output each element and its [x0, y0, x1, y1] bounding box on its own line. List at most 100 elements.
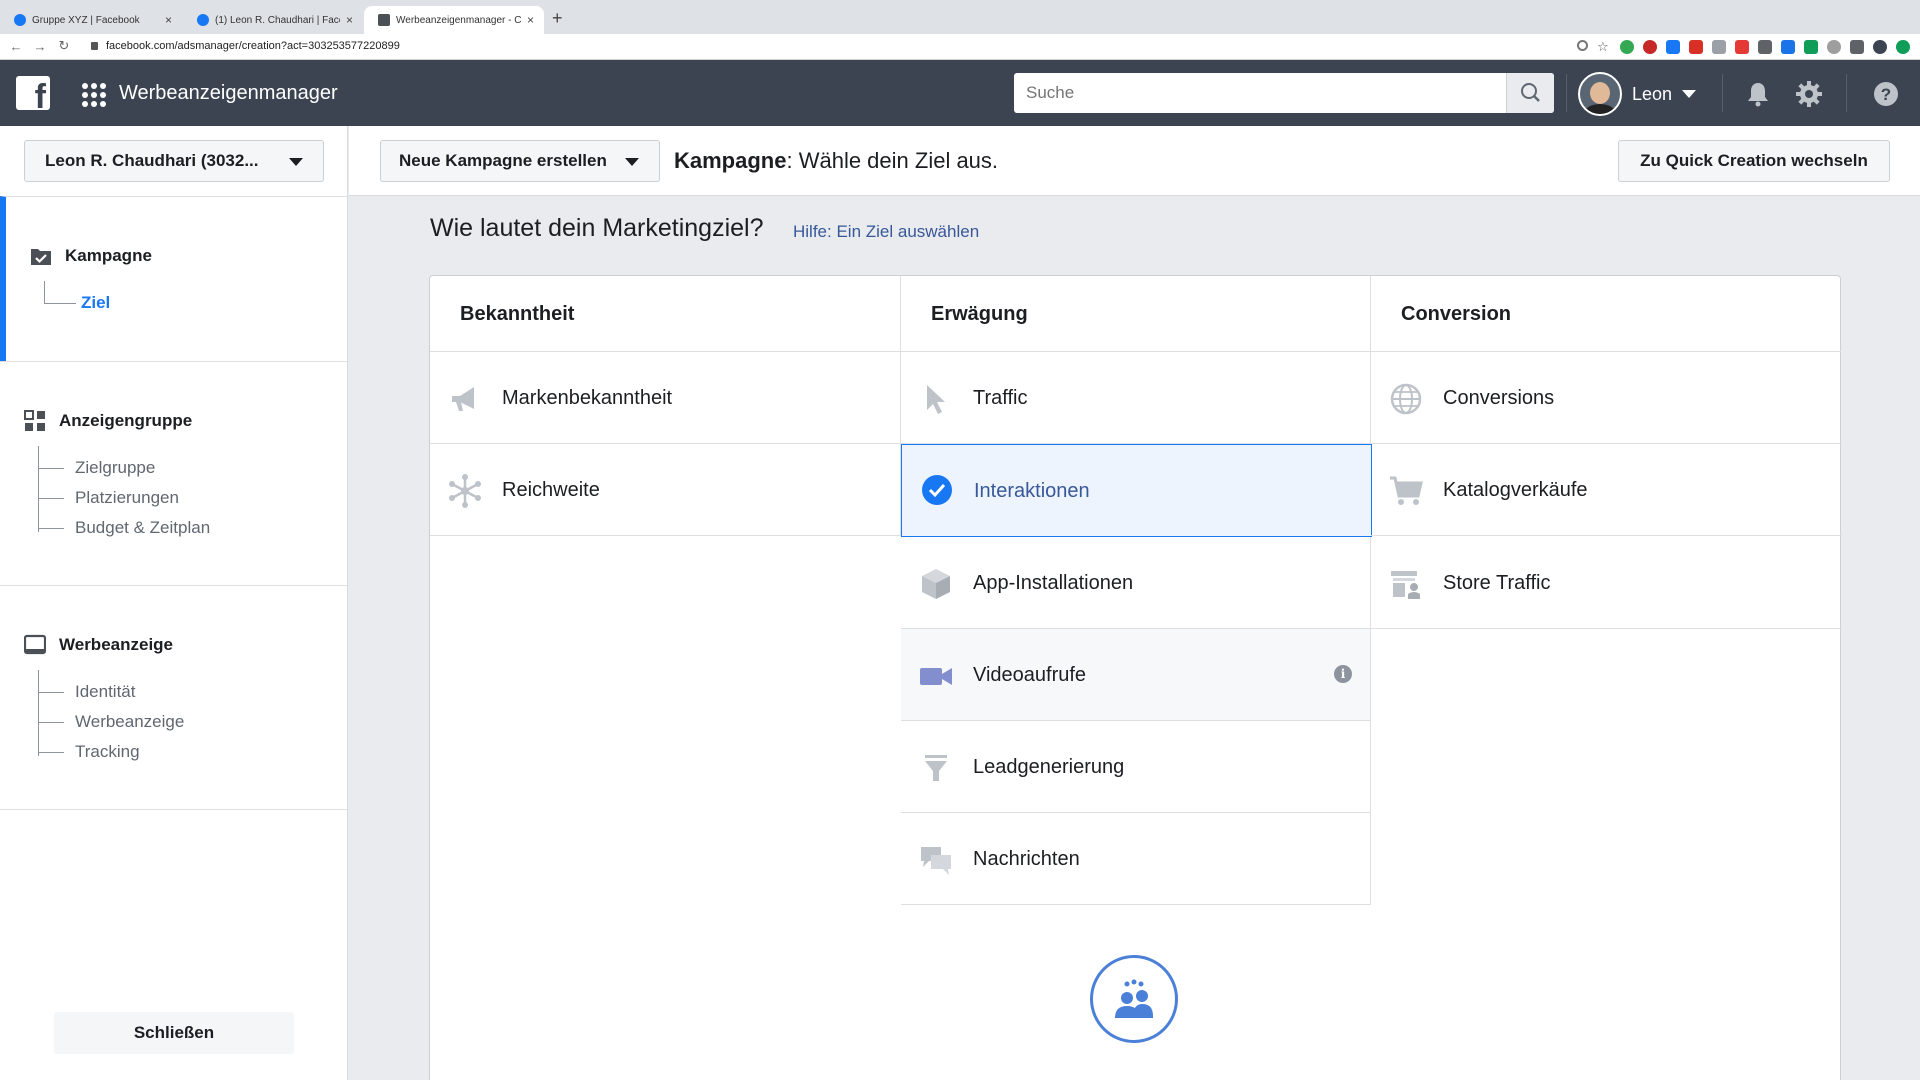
new-campaign-dropdown[interactable]: Neue Kampagne erstellen [380, 140, 660, 182]
sidebar-item-audience[interactable]: Zielgruppe [75, 458, 155, 478]
sidebar-item-adset[interactable]: Anzeigengruppe [24, 410, 192, 432]
divider [1722, 74, 1723, 112]
app-title[interactable]: Werbeanzeigenmanager [119, 82, 338, 105]
objective-brand-awareness[interactable]: Markenbekanntheit [430, 352, 901, 444]
objective-store-traffic[interactable]: Store Traffic [1371, 537, 1842, 629]
tree-line [38, 468, 64, 469]
funnel-icon [925, 755, 947, 781]
tab-title: (1) Leon R. Chaudhari | Facebook [215, 14, 340, 26]
store-icon [1391, 571, 1420, 599]
objective-traffic[interactable]: Traffic [901, 352, 1371, 444]
objective-messages[interactable]: Nachrichten [901, 813, 1371, 905]
ad-screen-icon [24, 634, 46, 655]
extension-green-icon[interactable] [1620, 40, 1634, 54]
sidebar-section-campaign: Kampagne Ziel [0, 196, 347, 361]
extension-badge-icon[interactable] [1804, 40, 1818, 54]
sidebar-item-identity[interactable]: Identität [75, 682, 136, 702]
extension-iq-icon[interactable] [1781, 40, 1795, 54]
address-bar: ← → ↻ facebook.com/adsmanager/creation?a… [0, 34, 1920, 60]
profile-icon[interactable] [1873, 40, 1887, 54]
objective-video-views[interactable]: Videoaufrufe i [901, 629, 1371, 721]
browser-tab-group[interactable]: Gruppe XYZ | Facebook × [0, 6, 182, 34]
search-input[interactable] [1014, 73, 1506, 113]
column-conversion-header: Conversion [1371, 276, 1841, 352]
chevron-down-icon [1682, 90, 1697, 98]
extension-grey-icon[interactable] [1712, 40, 1726, 54]
help-link[interactable]: Hilfe: Ein Ziel auswählen [793, 222, 979, 242]
tab-title: Werbeanzeigenmanager - Cre [396, 14, 521, 26]
close-button[interactable]: Schließen [54, 1012, 294, 1054]
sidebar-item-objective[interactable]: Ziel [81, 293, 110, 313]
tree-line [38, 528, 64, 529]
gear-icon[interactable] [1795, 80, 1823, 108]
extension-dot-icon[interactable] [1896, 40, 1910, 54]
apps-grid-icon[interactable] [82, 83, 106, 107]
reload-icon[interactable]: ↻ [54, 38, 74, 54]
tree-line [38, 498, 64, 499]
extension-pin-icon[interactable] [1689, 40, 1703, 54]
extension-facebook-icon[interactable] [1666, 40, 1680, 54]
column-consideration-header: Erwägung [901, 276, 1371, 352]
objective-catalog-sales[interactable]: Katalogverkäufe [1371, 444, 1842, 536]
facebook-favicon-icon [14, 14, 26, 26]
objective-lead-generation[interactable]: Leadgenerierung [901, 721, 1371, 813]
zoom-icon[interactable] [1577, 40, 1588, 51]
facebook-logo-icon[interactable]: f [16, 76, 50, 114]
tree-line [38, 446, 39, 532]
star-icon[interactable]: ☆ [1597, 40, 1611, 54]
sidebar-section-ad: Werbeanzeige Identität Werbeanzeige Trac… [0, 585, 347, 810]
megaphone-icon [452, 387, 474, 411]
people-group-icon [1115, 979, 1153, 1018]
search-button[interactable] [1506, 73, 1554, 113]
extension-icons: ☆ [1577, 40, 1910, 54]
tree-line [38, 692, 64, 693]
tree-line [44, 281, 45, 303]
forward-arrow-icon[interactable]: → [30, 39, 50, 54]
sidebar-item-budget-schedule[interactable]: Budget & Zeitplan [75, 518, 210, 538]
account-name: Leon R. Chaudhari (3032... [45, 151, 259, 170]
extension-list-icon[interactable] [1850, 40, 1864, 54]
adsmanager-favicon-icon [378, 14, 390, 26]
help-assistant-button[interactable] [1090, 955, 1178, 1043]
left-navigation-panel: Leon R. Chaudhari (3032... Kampagne Ziel… [0, 126, 348, 1080]
sidebar-item-placements[interactable]: Platzierungen [75, 488, 179, 508]
back-arrow-icon[interactable]: ← [6, 39, 26, 54]
app-box-icon [922, 569, 950, 599]
shopping-cart-icon [1390, 476, 1423, 505]
sidebar-item-ad[interactable]: Werbeanzeige [24, 634, 173, 656]
divider [1846, 74, 1847, 112]
browser-tab-adsmanager[interactable]: Werbeanzeigenmanager - Cre × [364, 6, 544, 34]
help-icon[interactable]: ? [1872, 80, 1900, 108]
tab-close-icon[interactable]: × [527, 13, 534, 27]
objective-reach[interactable]: Reichweite [430, 444, 901, 536]
profile-menu[interactable]: Leon [1578, 72, 1697, 116]
chat-bubbles-icon [921, 847, 951, 875]
ads-manager-top-bar: f Werbeanzeigenmanager Leon [0, 60, 1920, 126]
avatar [1578, 72, 1622, 116]
account-select[interactable]: Leon R. Chaudhari (3032... [24, 140, 324, 182]
quick-creation-button[interactable]: Zu Quick Creation wechseln [1618, 140, 1890, 182]
marketing-objective-question: Wie lautet dein Marketingziel? [430, 214, 764, 242]
new-tab-button[interactable]: + [552, 8, 563, 29]
sidebar-item-campaign[interactable]: Kampagne [30, 245, 152, 267]
tab-close-icon[interactable]: × [346, 13, 353, 27]
extension-ad-icon[interactable] [1735, 40, 1749, 54]
extension-red-icon[interactable] [1643, 40, 1657, 54]
tab-title: Gruppe XYZ | Facebook [32, 14, 140, 26]
browser-tab-profile[interactable]: (1) Leon R. Chaudhari | Facebook × [183, 6, 363, 34]
objective-app-installs[interactable]: App-Installationen [901, 537, 1371, 629]
campaign-folder-check-icon [31, 249, 51, 265]
objective-conversions[interactable]: Conversions [1371, 352, 1842, 444]
tab-close-icon[interactable]: × [165, 13, 172, 27]
url-field[interactable]: facebook.com/adsmanager/creation?act=303… [106, 40, 400, 52]
extension-box-icon[interactable] [1758, 40, 1772, 54]
browser-tab-bar: Gruppe XYZ | Facebook × (1) Leon R. Chau… [0, 0, 1920, 34]
facebook-favicon-icon [197, 14, 209, 26]
sidebar-item-tracking[interactable]: Tracking [75, 742, 140, 762]
objective-engagement[interactable]: Interaktionen [901, 444, 1372, 537]
video-camera-icon [920, 668, 952, 685]
notifications-bell-icon[interactable] [1744, 80, 1772, 108]
sidebar-item-ad-creative[interactable]: Werbeanzeige [75, 712, 184, 732]
extension-globe-icon[interactable] [1827, 40, 1841, 54]
info-icon[interactable]: i [1334, 665, 1352, 683]
